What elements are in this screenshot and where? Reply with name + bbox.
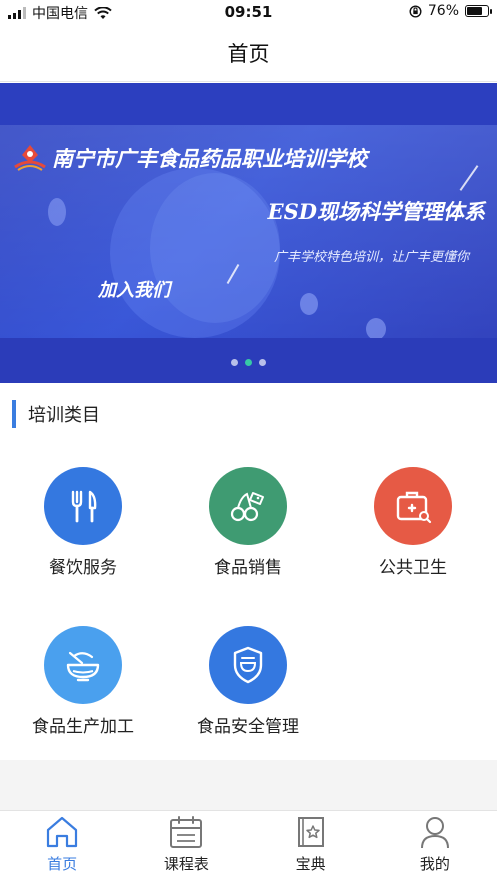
tab-handbook[interactable]: 宝典 xyxy=(249,811,373,883)
join-us-button[interactable]: 加入我们 xyxy=(98,276,170,302)
banner-decor-circle xyxy=(366,318,386,340)
category-label: 公共卫生 xyxy=(379,558,447,578)
category-label: 食品安全管理 xyxy=(197,717,299,737)
tab-label: 首页 xyxy=(47,855,78,873)
status-bar: 中国电信 09:51 76% xyxy=(0,0,497,24)
battery-percent: 76% xyxy=(427,3,459,19)
home-icon xyxy=(47,816,78,848)
medical-kit-icon xyxy=(374,467,452,545)
banner-headline: ESD现场科学管理体系 xyxy=(267,199,485,224)
banner-decor-circle xyxy=(48,198,66,226)
tab-label: 宝典 xyxy=(295,855,326,873)
category-label: 食品销售 xyxy=(214,558,282,578)
tab-label: 我的 xyxy=(419,855,450,873)
carousel-dot[interactable] xyxy=(245,359,252,366)
user-icon xyxy=(420,817,449,849)
shield-bowl-icon xyxy=(209,626,287,704)
cherries-tag-icon xyxy=(209,467,287,545)
bowl-icon xyxy=(44,626,122,704)
banner-carousel[interactable]: 南宁市广丰食品药品职业培训学校 ESD现场科学管理体系 广丰学校特色培训，让广丰… xyxy=(0,83,497,383)
tab-profile[interactable]: 我的 xyxy=(373,811,497,883)
banner-decor-circle xyxy=(300,293,318,315)
school-name: 南宁市广丰食品药品职业培训学校 xyxy=(52,147,367,171)
category-public-health[interactable]: 公共卫生 xyxy=(343,467,483,578)
category-food-production[interactable]: 食品生产加工 xyxy=(13,626,153,737)
section-header: 培训类目 xyxy=(12,400,100,428)
status-right: 76% xyxy=(409,3,492,19)
book-star-icon xyxy=(297,817,324,847)
section-accent-bar xyxy=(12,400,16,428)
nav-bar: 首页 xyxy=(0,24,497,82)
carousel-indicator xyxy=(0,359,497,366)
calendar-icon xyxy=(170,816,203,848)
orientation-lock-icon xyxy=(409,4,422,18)
section-title: 培训类目 xyxy=(28,405,100,426)
banner-top-band xyxy=(0,83,497,125)
tab-home[interactable]: 首页 xyxy=(0,811,124,883)
tab-bar: 首页 课程表 宝典 我的 xyxy=(0,810,497,883)
category-food-sales[interactable]: 食品销售 xyxy=(178,467,318,578)
carousel-dot[interactable] xyxy=(259,359,266,366)
tab-label: 课程表 xyxy=(163,855,209,873)
category-label: 餐饮服务 xyxy=(49,558,117,578)
page-title: 首页 xyxy=(227,42,270,66)
carousel-dot[interactable] xyxy=(231,359,238,366)
banner-slogan: 广丰学校特色培训，让广丰更懂你 xyxy=(273,250,469,265)
fork-knife-icon xyxy=(44,467,122,545)
content-spacer xyxy=(0,760,497,810)
category-food-safety[interactable]: 食品安全管理 xyxy=(178,626,318,737)
category-catering[interactable]: 餐饮服务 xyxy=(13,467,153,578)
tab-schedule[interactable]: 课程表 xyxy=(124,811,248,883)
category-label: 食品生产加工 xyxy=(32,717,134,737)
battery-icon xyxy=(465,5,492,17)
school-logo-icon xyxy=(14,145,46,171)
